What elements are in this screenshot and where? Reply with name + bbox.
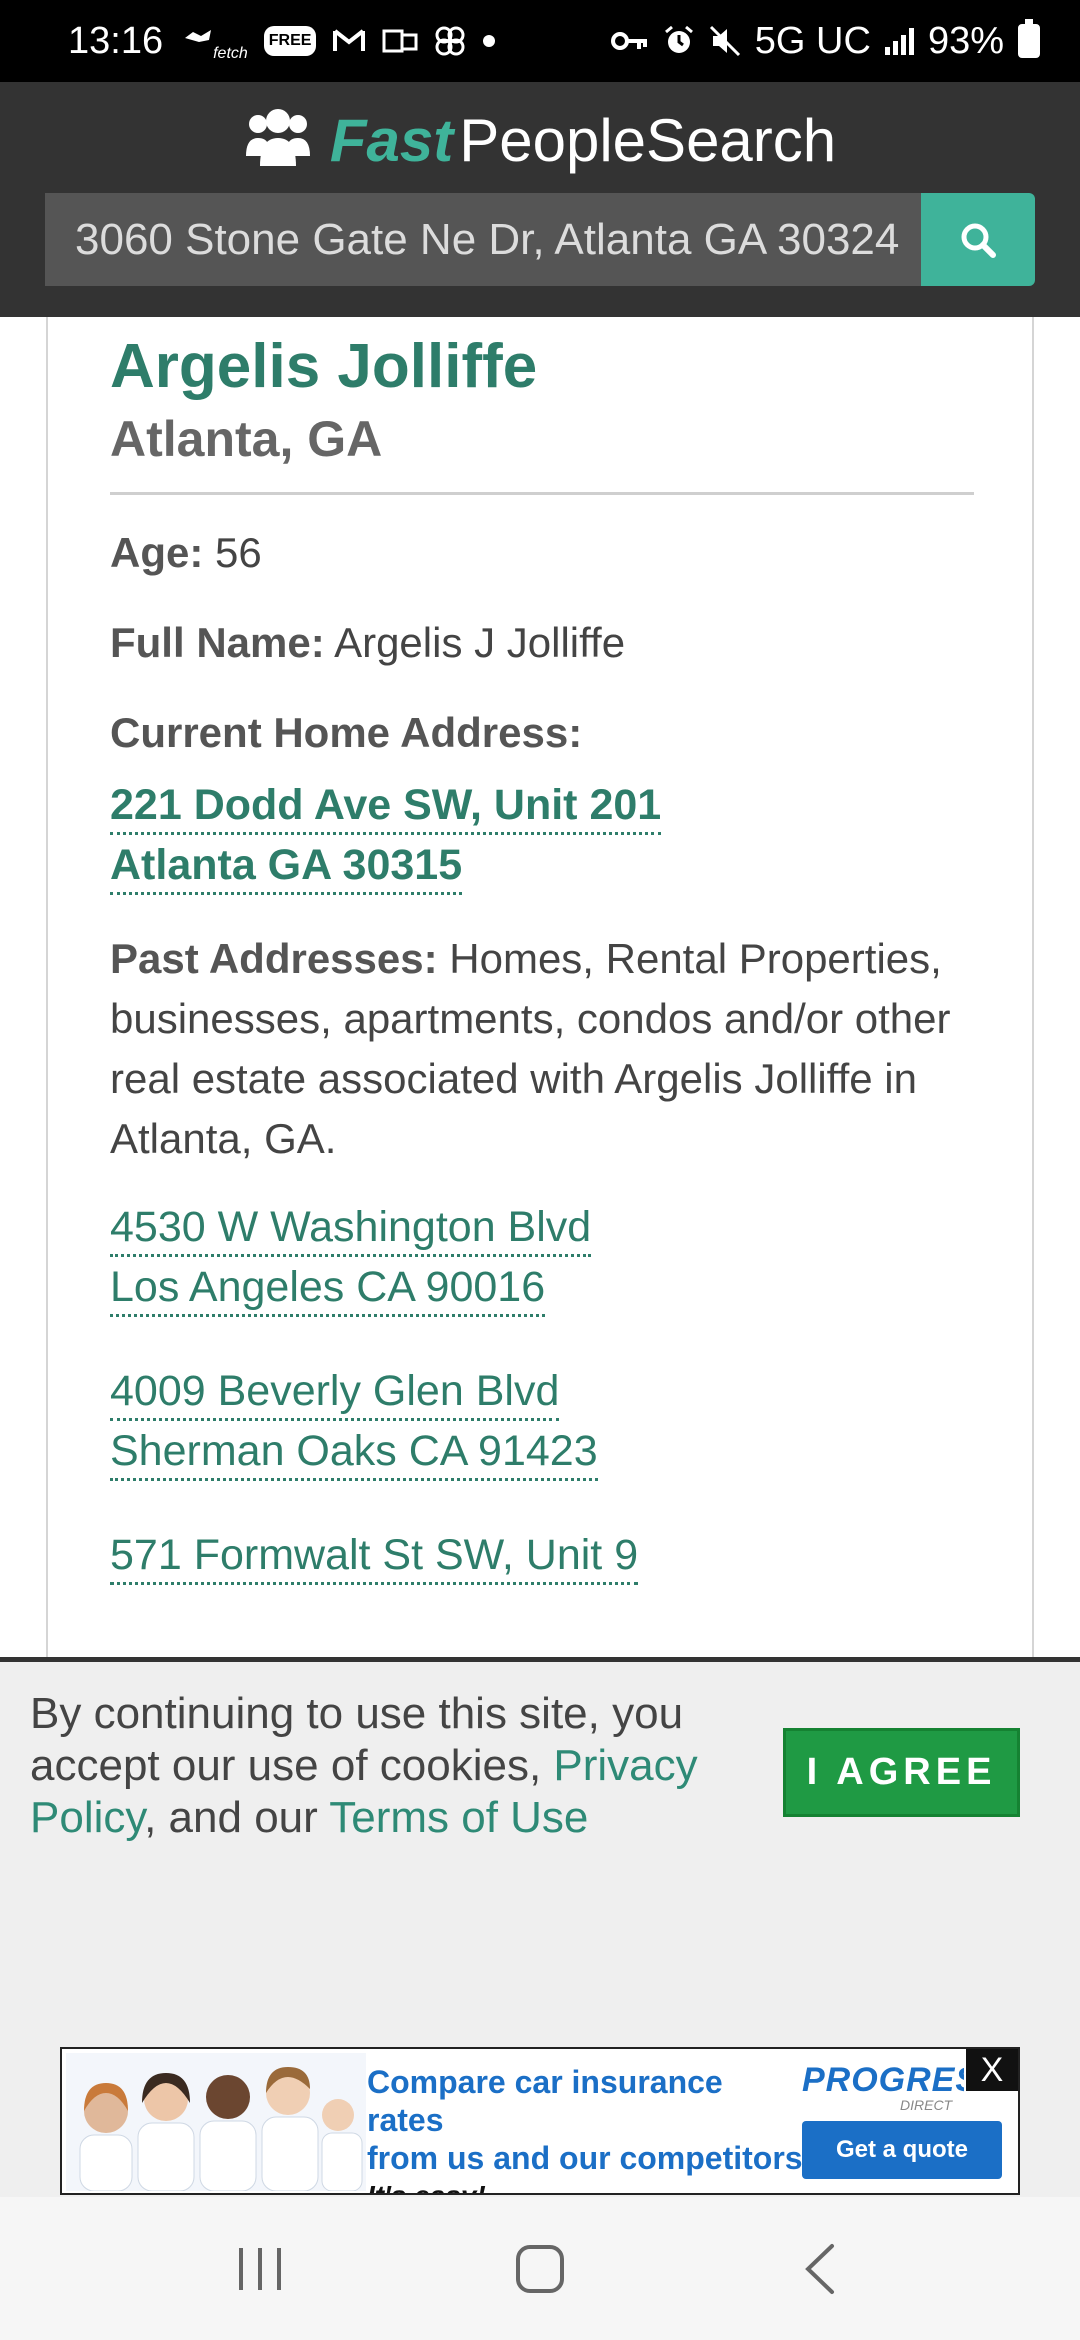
past-address-link[interactable]: 4530 W Washington Blvd Los Angeles CA 90…	[110, 1197, 974, 1317]
home-button[interactable]	[485, 2214, 595, 2324]
ad-banner[interactable]: Compare car insurance rates from us and …	[60, 2047, 1020, 2195]
past-addresses-field: Past Addresses: Homes, Rental Properties…	[110, 935, 951, 1162]
people-group-icon	[244, 108, 312, 173]
recent-apps-icon	[239, 2247, 281, 2290]
outlook-icon	[382, 27, 418, 55]
current-address-label: Current Home Address:	[110, 709, 583, 756]
divider	[110, 492, 974, 495]
search-button[interactable]	[921, 193, 1035, 286]
get-quote-button[interactable]: Get a quote	[802, 2121, 1002, 2179]
person-card: Argelis Jolliffe Atlanta, GA Age: 56 Ful…	[46, 317, 1034, 1657]
back-button[interactable]	[765, 2214, 875, 2324]
system-nav-bar	[0, 2197, 1080, 2340]
past-address-link[interactable]: 571 Formwalt St SW, Unit 9	[110, 1525, 974, 1585]
status-bar: 13:16 fetch FREE 5G UC 93%	[0, 0, 1080, 82]
gmail-icon	[332, 27, 366, 55]
terms-of-use-link[interactable]: Terms of Use	[329, 1793, 588, 1842]
fetch-label: fetch	[213, 45, 248, 62]
search-icon	[961, 223, 996, 258]
person-name: Argelis Jolliffe	[110, 332, 538, 401]
ad-brand-sub: DIRECT	[900, 2097, 953, 2113]
past-address-link[interactable]: 4009 Beverly Glen Blvd Sherman Oaks CA 9…	[110, 1361, 974, 1481]
battery-icon	[1018, 19, 1040, 58]
fullname-field: Full Name: Argelis J Jolliffe	[110, 619, 626, 666]
back-icon	[805, 2243, 834, 2294]
recent-apps-button[interactable]	[205, 2214, 315, 2324]
age-field: Age: 56	[110, 529, 262, 576]
brand-logo[interactable]: Fast PeopleSearch	[0, 106, 1080, 175]
free-badge-icon: FREE	[263, 26, 317, 56]
agree-button[interactable]: I AGREE	[783, 1728, 1020, 1817]
ad-people-image	[66, 2053, 366, 2191]
cookie-message: By continuing to use this site, you acce…	[30, 1689, 698, 1842]
home-icon	[516, 2244, 564, 2293]
more-notifications-dot-icon	[482, 34, 496, 48]
person-location: Atlanta, GA	[110, 411, 383, 467]
ad-headline: Compare car insurance rates from us and …	[367, 2064, 803, 2193]
network-type: 5G UC	[754, 19, 871, 62]
site-header: Fast PeopleSearch 3060 Stone Gate Ne Dr, …	[0, 82, 1080, 317]
current-address-link[interactable]: 221 Dodd Ave SW, Unit 201 Atlanta GA 303…	[110, 775, 974, 895]
status-time: 13:16	[68, 19, 164, 62]
signal-icon	[884, 27, 914, 55]
search-input[interactable]: 3060 Stone Gate Ne Dr, Atlanta GA 30324	[45, 193, 921, 286]
ad-close-button[interactable]: X	[964, 2049, 1018, 2093]
key-icon	[610, 29, 649, 53]
alarm-icon	[663, 25, 695, 57]
mute-icon	[709, 25, 741, 57]
brand-name: Fast PeopleSearch	[329, 107, 837, 174]
battery-percent: 93%	[927, 19, 1004, 62]
pinwheel-icon	[434, 25, 466, 57]
